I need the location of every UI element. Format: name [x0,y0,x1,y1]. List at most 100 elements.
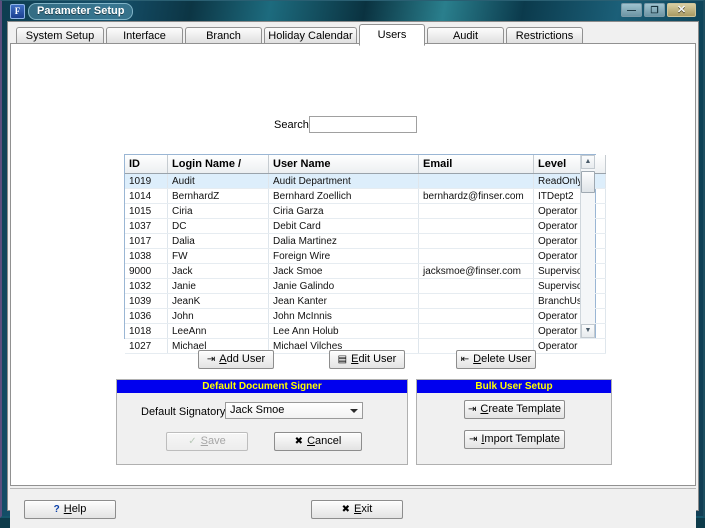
cell-id: 1018 [125,323,168,339]
cell-user: Debit Card [268,218,419,234]
check-icon: ✓ [188,436,197,447]
x-icon: ✖ [341,504,351,515]
close-button[interactable]: ✕ [667,3,696,17]
table-row[interactable]: 1032 Janie Janie Galindo Supervisor [125,278,606,294]
cell-login: BernhardZ [167,188,269,204]
scroll-down-icon[interactable]: ▼ [581,324,595,338]
grid-vertical-scrollbar[interactable]: ▲ ▼ [580,155,595,338]
cell-id: 1032 [125,278,168,294]
cell-id: 9000 [125,263,168,279]
close-icon: ✕ [676,4,687,16]
column-header[interactable]: ID [125,155,168,174]
cell-user: Jean Kanter [268,293,419,309]
client-area: System Setup Interface Branch Holiday Calen… [7,21,699,528]
tab-system-setup[interactable]: System Setup [16,27,104,44]
table-row[interactable]: 1037 DC Debit Card Operator [125,218,606,234]
cell-login: Dalia [167,233,269,249]
table-row[interactable]: 1019 Audit Audit Department ReadOnly [125,173,606,189]
cell-email [418,308,534,324]
edit-user-label: dit User [358,353,397,365]
cell-id: 1017 [125,233,168,249]
default-signatory-select[interactable]: Jack Smoe [225,402,363,419]
table-row[interactable]: 1017 Dalia Dalia Martinez Operator [125,233,606,249]
cell-email [418,218,534,234]
tab-branch[interactable]: Branch [185,27,262,44]
table-row[interactable]: 9000 Jack Jack Smoe jacksmoe@finser.com Supe… [125,263,606,279]
table-row[interactable]: 1018 LeeAnn Lee Ann Holub Operator [125,323,606,339]
cancel-label: ancel [315,435,342,447]
tab-page-users: Search ID Login Name / User Name Email Level… [10,43,696,486]
chevron-down-icon [350,409,358,413]
table-header-row: ID Login Name / User Name Email Level [125,155,606,174]
search-row: Search [11,116,697,136]
cell-user: Jack Smoe [268,263,419,279]
footer-bar: ? Help ✖ Exit [10,488,696,528]
add-user-icon: ⇥ [206,354,216,365]
exit-button[interactable]: ✖ Exit [311,500,403,519]
tab-label: System Setup [25,30,95,42]
default-signatory-label: Default Signatory [141,406,226,418]
delete-user-label: elete User [481,353,532,365]
cell-user: Janie Galindo [268,278,419,294]
help-button[interactable]: ? Help [24,500,116,519]
cell-email [418,203,534,219]
column-header[interactable]: User Name [268,155,419,174]
tab-audit[interactable]: Audit [427,27,504,44]
save-accel: S [200,435,208,447]
tab-users[interactable]: Users [359,24,425,46]
maximize-button[interactable]: ❐ [644,3,665,17]
minimize-button[interactable]: — [621,3,642,17]
cancel-accel: C [307,435,316,447]
cell-login: Janie [167,278,269,294]
cell-login: JeanK [167,293,269,309]
users-table: ID Login Name / User Name Email Level 1019 Au… [125,155,606,354]
maximize-icon: ❐ [650,5,659,15]
cell-user: Ciria Garza [268,203,419,219]
title-bar[interactable]: F Parameter Setup — ❐ ✕ [2,1,703,20]
application-window: F Parameter Setup — ❐ ✕ System Setup Inte… [0,0,705,528]
cell-user: Lee Ann Holub [268,323,419,339]
scrollbar-thumb[interactable] [581,171,595,193]
bulk-user-setup-panel: Bulk User Setup ⇥ Create Template ⇥ Import… [416,379,612,465]
edit-user-button[interactable]: ▤ Edit User [329,350,405,369]
add-user-button[interactable]: ⇥ Add User [198,350,274,369]
tab-label: Users [377,29,407,41]
save-label: ave [207,435,226,447]
import-template-icon: ⇥ [468,434,478,445]
column-header[interactable]: Login Name / [167,155,269,174]
cell-id: 1014 [125,188,168,204]
tab-restrictions[interactable]: Restrictions [506,27,583,44]
cell-user: John McInnis [268,308,419,324]
table-body: 1019 Audit Audit Department ReadOnly 1014 Ber… [125,173,606,354]
import-template-button[interactable]: ⇥ Import Template [464,430,565,449]
table-row[interactable]: 1015 Ciria Ciria Garza Operator [125,203,606,219]
window-title: Parameter Setup [28,3,134,20]
search-label: Search [274,119,309,131]
users-grid[interactable]: ID Login Name / User Name Email Level 1019 Au… [124,154,606,354]
cell-login: DC [167,218,269,234]
cell-user: Audit Department [268,173,419,189]
tab-interface[interactable]: Interface [106,27,183,44]
column-header[interactable]: Email [418,155,534,174]
cell-email [418,323,534,339]
table-row[interactable]: 1038 FW Foreign Wire Operator [125,248,606,264]
help-label: elp [71,503,87,515]
add-user-accel: A [219,353,227,365]
cell-id: 1036 [125,308,168,324]
cell-email [418,173,534,189]
table-row[interactable]: 1036 John John McInnis Operator [125,308,606,324]
scroll-up-icon[interactable]: ▲ [581,155,595,169]
save-button[interactable]: ✓ Save [166,432,248,451]
tab-holiday-calendar[interactable]: Holiday Calendar [264,27,357,44]
cell-email [418,293,534,309]
create-template-button[interactable]: ⇥ Create Template [464,400,565,419]
edit-user-icon: ▤ [337,354,348,365]
table-row[interactable]: 1039 JeanK Jean Kanter BranchUser [125,293,606,309]
cell-login: LeeAnn [167,323,269,339]
table-row[interactable]: 1014 BernhardZ Bernhard Zoellich bernhardz@… [125,188,606,204]
delete-user-button[interactable]: ⇤ Delete User [456,350,536,369]
exit-label: xit [361,503,373,515]
cell-email: bernhardz@finser.com [418,188,534,204]
cancel-button[interactable]: ✖ Cancel [274,432,362,451]
search-input[interactable] [309,116,417,133]
